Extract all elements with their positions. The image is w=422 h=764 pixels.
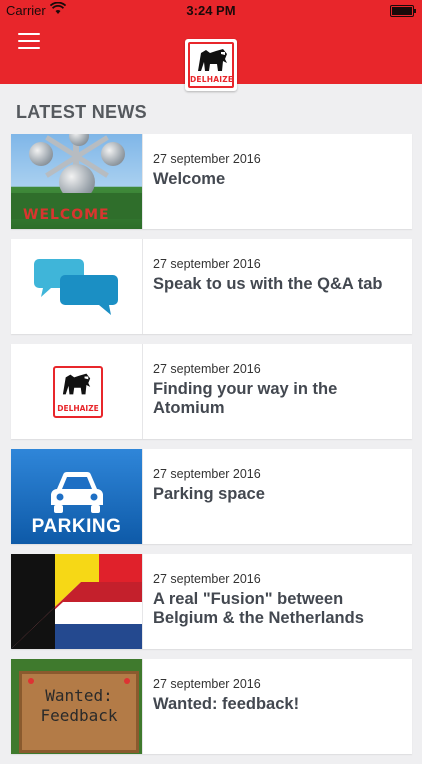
news-card[interactable]: DELHAIZE 27 september 2016 Finding your …: [11, 344, 412, 439]
news-thumbnail: [11, 554, 143, 649]
news-title: Wanted: feedback!: [153, 695, 300, 713]
news-date: 27 september 2016: [153, 257, 261, 271]
status-bar: Carrier 3:24 PM: [0, 0, 422, 22]
news-thumbnail: WELCOME: [11, 134, 143, 229]
news-date: 27 september 2016: [153, 362, 261, 376]
logo-wordmark: DELHAIZE: [190, 75, 234, 84]
welcome-sign: WELCOME: [23, 207, 110, 223]
clock-time: 3:24 PM: [186, 3, 236, 18]
section-title: LATEST NEWS: [16, 102, 147, 122]
logo-wordmark: DELHAIZE: [57, 404, 99, 413]
news-card[interactable]: 27 september 2016 A real "Fusion" betwee…: [11, 554, 412, 649]
news-thumbnail: Wanted: Feedback: [11, 659, 143, 754]
app-header: DELHAIZE: [0, 22, 422, 91]
lion-icon: [198, 49, 227, 71]
board-text-line2: Feedback: [40, 706, 118, 725]
news-list: WELCOME 27 september 2016 Welcome 27 sep…: [11, 134, 412, 764]
feedback-board: Wanted: Feedback: [19, 671, 139, 753]
news-title: A real "Fusion" between Belgium & the Ne…: [153, 590, 364, 627]
board-text-line1: Wanted:: [45, 686, 113, 705]
lion-icon: [62, 373, 91, 395]
news-date: 27 september 2016: [153, 572, 261, 586]
flags-image: [11, 554, 142, 649]
delhaize-logo: DELHAIZE: [185, 39, 237, 91]
parking-sign-text: PARKING: [31, 516, 122, 537]
news-title: Speak to us with the Q&A tab: [153, 275, 383, 293]
hamburger-menu-icon[interactable]: [18, 33, 40, 51]
news-card[interactable]: WELCOME 27 september 2016 Welcome: [11, 134, 412, 229]
news-card[interactable]: Wanted: Feedback 27 september 2016 Wante…: [11, 659, 412, 754]
news-date: 27 september 2016: [153, 467, 261, 481]
news-title: Finding your way in the Atomium: [153, 380, 338, 417]
news-date: 27 september 2016: [153, 152, 261, 166]
car-icon: [51, 471, 103, 513]
chat-bubbles-icon: [34, 259, 118, 315]
news-card[interactable]: 27 september 2016 Speak to us with the Q…: [11, 239, 412, 334]
battery-icon: [390, 5, 416, 17]
news-thumbnail: [11, 239, 143, 334]
news-thumbnail: PARKING: [11, 449, 143, 544]
news-date: 27 september 2016: [153, 677, 261, 691]
news-title: Parking space: [153, 485, 265, 503]
news-title: Welcome: [153, 170, 226, 188]
news-card[interactable]: PARKING 27 september 2016 Parking space: [11, 449, 412, 544]
delhaize-logo: DELHAIZE: [53, 366, 103, 418]
news-thumbnail: DELHAIZE: [11, 344, 143, 439]
